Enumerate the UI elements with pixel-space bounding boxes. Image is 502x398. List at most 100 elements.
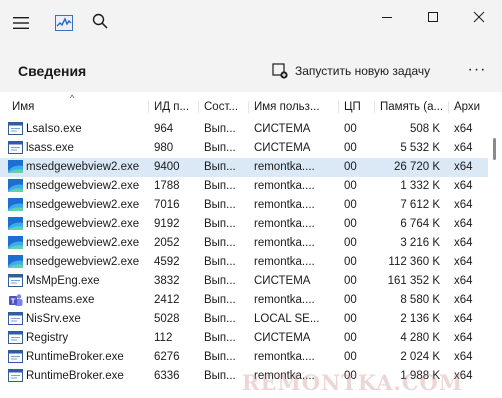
hamburger-menu-icon[interactable] bbox=[6, 6, 36, 40]
process-window-icon bbox=[8, 141, 24, 155]
process-arch: x64 bbox=[454, 294, 473, 306]
process-window-icon bbox=[8, 274, 24, 288]
edge-webview-icon bbox=[8, 255, 24, 269]
process-arch: x64 bbox=[454, 199, 473, 211]
process-user: СИСТЕМА bbox=[254, 275, 311, 287]
process-arch: x64 bbox=[454, 123, 473, 135]
more-options-button[interactable]: ··· bbox=[464, 58, 490, 82]
run-new-task-label: Запустить новую задачу bbox=[295, 64, 431, 78]
page-header: Сведения Запустить новую задачу ··· bbox=[0, 44, 502, 92]
process-memory: 8 580 K bbox=[400, 294, 440, 306]
process-cpu: 00 bbox=[344, 294, 357, 306]
table-row[interactable]: msedgewebview2.exe 1788 Вып... remontka....… bbox=[0, 177, 488, 196]
table-row[interactable]: MsMpEng.exe 3832 Вып... СИСТЕМА 00 161 352 K x… bbox=[0, 272, 488, 291]
column-header-user[interactable]: Имя польз... bbox=[248, 101, 338, 113]
column-header-pid[interactable]: ИД п... bbox=[148, 101, 198, 113]
minimize-icon bbox=[382, 17, 392, 18]
edge-webview-icon bbox=[8, 160, 24, 174]
process-cpu: 00 bbox=[344, 313, 357, 325]
process-user: remontka.... bbox=[254, 351, 315, 363]
table-row[interactable]: msedgewebview2.exe 9400 Вып... remontka....… bbox=[0, 158, 488, 177]
process-status: Вып... bbox=[204, 123, 236, 135]
table-row[interactable]: NisSrv.exe 5028 Вып... LOCAL SE... 00 2 136 K… bbox=[0, 310, 488, 329]
scrollbar-thumb[interactable] bbox=[493, 138, 496, 160]
table-row[interactable]: Registry 112 Вып... СИСТЕМА 00 4 280 K x64 bbox=[0, 329, 488, 348]
process-status: Вып... bbox=[204, 180, 236, 192]
column-header-name[interactable]: Имя bbox=[12, 101, 142, 113]
process-status: Вып... bbox=[204, 218, 236, 230]
process-name: msedgewebview2.exe bbox=[26, 218, 140, 230]
process-status: Вып... bbox=[204, 161, 236, 173]
teams-icon: T bbox=[8, 293, 24, 307]
process-user: remontka.... bbox=[254, 161, 315, 173]
process-arch: x64 bbox=[454, 275, 473, 287]
process-pid: 6336 bbox=[154, 370, 180, 382]
process-memory: 4 280 K bbox=[400, 332, 440, 344]
process-memory: 161 352 K bbox=[387, 275, 440, 287]
process-list: LsaIso.exe 964 Вып... СИСТЕМА 00 508 Kx64 lsas… bbox=[0, 120, 502, 386]
process-cpu: 00 bbox=[344, 237, 357, 249]
process-memory: 26 720 K bbox=[393, 161, 440, 173]
run-new-task-button[interactable]: Запустить новую задачу bbox=[272, 58, 430, 84]
process-user: СИСТЕМА bbox=[254, 123, 311, 135]
table-row[interactable]: LsaIso.exe 964 Вып... СИСТЕМА 00 508 K x64 bbox=[0, 120, 488, 139]
process-pid: 9400 bbox=[154, 161, 180, 173]
vertical-scrollbar[interactable] bbox=[493, 120, 497, 396]
column-header-status[interactable]: Сост... bbox=[198, 101, 248, 113]
process-user: LOCAL SE... bbox=[254, 313, 320, 325]
process-name: msteams.exe bbox=[26, 294, 95, 306]
process-pid: 3832 bbox=[154, 275, 180, 287]
table-row[interactable]: msedgewebview2.exe 2052 Вып... remontka....… bbox=[0, 234, 488, 253]
process-name: RuntimeBroker.exe bbox=[26, 370, 124, 382]
table-row[interactable]: msedgewebview2.exe 9192 Вып... remontka....… bbox=[0, 215, 488, 234]
process-status: Вып... bbox=[204, 351, 236, 363]
close-button[interactable] bbox=[456, 0, 502, 34]
process-cpu: 00 bbox=[344, 218, 357, 230]
process-name: MsMpEng.exe bbox=[26, 275, 100, 287]
watermark: REMONTKA.COM bbox=[242, 370, 464, 395]
column-header-arch[interactable]: Архи bbox=[448, 101, 488, 113]
process-user: remontka.... bbox=[254, 256, 315, 268]
process-user: remontka.... bbox=[254, 199, 315, 211]
process-pid: 6276 bbox=[154, 351, 180, 363]
process-memory: 5 532 K bbox=[400, 142, 440, 154]
process-window-icon bbox=[8, 331, 24, 345]
process-name: lsass.exe bbox=[26, 142, 74, 154]
close-icon bbox=[473, 11, 485, 23]
process-arch: x64 bbox=[454, 180, 473, 192]
search-icon[interactable] bbox=[86, 4, 114, 38]
table-row[interactable]: RuntimeBroker.exe 6276 Вып... remontka.... 0… bbox=[0, 348, 488, 367]
minimize-button[interactable] bbox=[364, 0, 410, 34]
process-memory: 2 024 K bbox=[400, 351, 440, 363]
process-name: LsaIso.exe bbox=[26, 123, 82, 135]
column-header-cpu[interactable]: ЦП bbox=[338, 101, 374, 113]
process-memory: 508 K bbox=[409, 123, 440, 135]
process-arch: x64 bbox=[454, 351, 473, 363]
process-cpu: 00 bbox=[344, 142, 357, 154]
process-name: msedgewebview2.exe bbox=[26, 237, 140, 249]
process-memory: 1 332 K bbox=[400, 180, 440, 192]
process-name: RuntimeBroker.exe bbox=[26, 351, 124, 363]
edge-webview-icon bbox=[8, 217, 24, 231]
process-cpu: 00 bbox=[344, 161, 357, 173]
table-row[interactable]: lsass.exe 980 Вып... СИСТЕМА 00 5 532 K x64 bbox=[0, 139, 488, 158]
process-arch: x64 bbox=[454, 161, 473, 173]
process-cpu: 00 bbox=[344, 351, 357, 363]
process-user: СИСТЕМА bbox=[254, 142, 311, 154]
table-row[interactable]: msedgewebview2.exe 7016 Вып... remontka....… bbox=[0, 196, 488, 215]
process-name: msedgewebview2.exe bbox=[26, 180, 140, 192]
process-name: msedgewebview2.exe bbox=[26, 199, 140, 211]
process-window-icon bbox=[8, 312, 24, 326]
process-user: СИСТЕМА bbox=[254, 332, 311, 344]
run-new-task-icon bbox=[272, 63, 288, 79]
column-header-memory[interactable]: Память (а... bbox=[374, 101, 448, 113]
process-cpu: 00 bbox=[344, 275, 357, 287]
process-cpu: 00 bbox=[344, 256, 357, 268]
process-user: remontka.... bbox=[254, 180, 315, 192]
process-memory: 6 764 K bbox=[400, 218, 440, 230]
process-status: Вып... bbox=[204, 237, 236, 249]
process-name: msedgewebview2.exe bbox=[26, 256, 140, 268]
maximize-button[interactable] bbox=[410, 0, 456, 34]
table-row[interactable]: Tmsteams.exe 2412 Вып... remontka.... 00 8 58… bbox=[0, 291, 488, 310]
table-row[interactable]: msedgewebview2.exe 4592 Вып... remontka....… bbox=[0, 253, 488, 272]
